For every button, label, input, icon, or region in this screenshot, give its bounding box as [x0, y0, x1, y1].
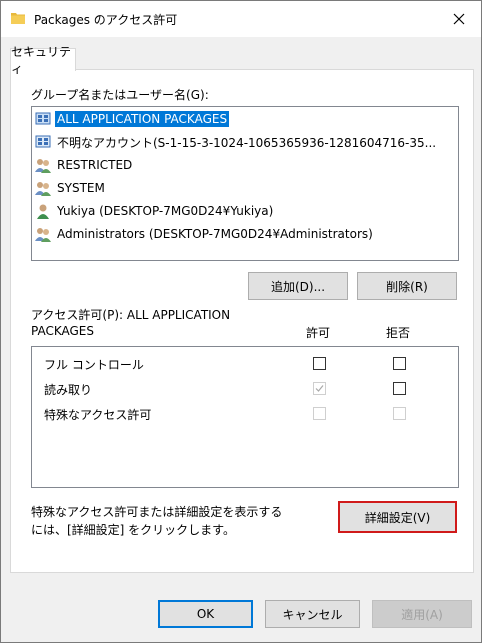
checkmark-icon	[315, 385, 324, 392]
deny-read-checkbox[interactable]	[393, 382, 406, 395]
cancel-button[interactable]: キャンセル	[265, 600, 360, 628]
close-icon	[453, 13, 465, 25]
apply-button-label: 適用(A)	[401, 607, 443, 622]
group-icon	[35, 159, 51, 173]
group-icon	[35, 228, 51, 242]
advanced-button-label: 詳細設定(V)	[364, 510, 431, 525]
list-item[interactable]: 不明なアカウント(S-1-15-3-1024-1065365936-128160…	[33, 131, 457, 153]
permissions-label-line2: PACKAGES	[31, 324, 94, 338]
ok-button-label: OK	[196, 607, 215, 621]
list-item[interactable]: ALL APPLICATION PACKAGES	[33, 108, 457, 130]
list-item-label: Administrators (DESKTOP-7MG0D24¥Administ…	[57, 227, 373, 241]
remove-button[interactable]: 削除(R)	[357, 272, 457, 300]
group-list[interactable]: ALL APPLICATION PACKAGES 不明なアカウント(S-1-15…	[31, 106, 459, 261]
group-icon	[35, 182, 51, 196]
permission-name: 読み取り	[44, 383, 93, 397]
list-item[interactable]: RESTRICTED	[33, 154, 457, 176]
permission-name: フル コントロール	[44, 358, 144, 372]
group-list-label: グループ名またはユーザー名(G):	[31, 88, 209, 102]
tab-security-label: セキュリティ	[11, 45, 72, 76]
tab-security[interactable]: セキュリティ	[10, 45, 76, 76]
list-item-label: 不明なアカウント(S-1-15-3-1024-1065365936-128160…	[57, 135, 437, 150]
deny-special-checkbox	[393, 407, 406, 420]
list-item[interactable]: Yukiya (DESKTOP-7MG0D24¥Yukiya)	[33, 200, 457, 222]
add-button-label: 追加(D)...	[270, 279, 326, 294]
advanced-hint-line2: には、[詳細設定] をクリックします。	[31, 523, 235, 537]
list-item[interactable]: Administrators (DESKTOP-7MG0D24¥Administ…	[33, 223, 457, 245]
list-item[interactable]: SYSTEM	[33, 177, 457, 199]
permission-row-special: 特殊なアクセス許可	[32, 402, 456, 426]
advanced-button[interactable]: 詳細設定(V)	[338, 501, 457, 533]
allow-full-control-checkbox[interactable]	[313, 357, 326, 370]
security-panel: グループ名またはユーザー名(G): ALL APPLICATION PACKAG…	[10, 69, 474, 573]
add-button[interactable]: 追加(D)...	[248, 272, 348, 300]
package-group-icon	[35, 112, 51, 125]
cancel-button-label: キャンセル	[282, 607, 343, 622]
deny-header: 拒否	[386, 326, 411, 340]
ok-button[interactable]: OK	[158, 600, 253, 628]
permissions-dialog: Packages のアクセス許可 セキュリティ グループ名またはユーザー名(G)…	[0, 0, 482, 643]
apply-button: 適用(A)	[372, 600, 472, 628]
permission-row-read: 読み取り	[32, 377, 456, 401]
folder-icon	[11, 13, 25, 24]
permissions-list: フル コントロール 読み取り 特殊なアクセス許可	[31, 346, 459, 488]
permissions-label-line1: アクセス許可(P): ALL APPLICATION	[31, 308, 231, 322]
permission-row-full-control: フル コントロール	[32, 352, 456, 376]
advanced-hint-line1: 特殊なアクセス許可または詳細設定を表示する	[31, 505, 283, 519]
remove-button-label: 削除(R)	[386, 279, 428, 294]
permission-name: 特殊なアクセス許可	[44, 408, 152, 422]
close-button[interactable]	[445, 5, 473, 33]
deny-full-control-checkbox[interactable]	[393, 357, 406, 370]
list-item-label: Yukiya (DESKTOP-7MG0D24¥Yukiya)	[57, 204, 274, 218]
window-title: Packages のアクセス許可	[34, 13, 178, 27]
allow-read-checkbox	[313, 382, 326, 395]
allow-header: 許可	[306, 326, 331, 340]
list-item-label: RESTRICTED	[57, 158, 133, 172]
list-item-label: ALL APPLICATION PACKAGES	[55, 111, 230, 127]
list-item-label: SYSTEM	[57, 181, 105, 195]
unknown-account-icon	[35, 135, 51, 148]
user-icon	[37, 204, 49, 219]
allow-special-checkbox	[313, 407, 326, 420]
title-bar: Packages のアクセス許可	[1, 1, 481, 37]
